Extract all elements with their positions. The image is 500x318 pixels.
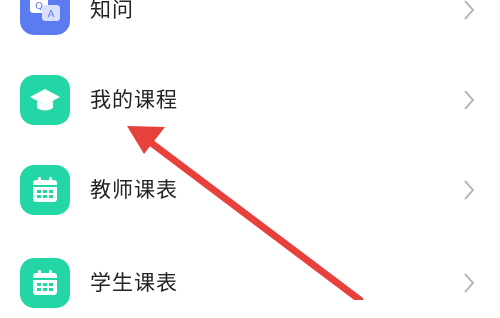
qa-icon-q-letter: Q	[35, 1, 43, 12]
menu-item-label: 学生课表	[90, 271, 178, 295]
menu-item-label: 我的课程	[90, 88, 178, 112]
menu-item-label: 知问	[90, 0, 134, 22]
qa-icon-a-letter: A	[48, 9, 55, 20]
settings-menu-list: Q A 知问 我的课程 教师课表 学生课表	[0, 0, 500, 308]
menu-item-my-courses[interactable]: 我的课程	[0, 65, 500, 135]
qa-icon: Q A	[20, 0, 70, 35]
menu-item-student-schedule[interactable]: 学生课表	[0, 248, 500, 318]
calendar-icon	[20, 165, 70, 215]
chevron-right-icon	[462, 0, 476, 21]
menu-item-teacher-schedule[interactable]: 教师课表	[0, 155, 500, 225]
chevron-right-icon	[462, 179, 476, 201]
menu-item-label: 教师课表	[90, 178, 178, 202]
chevron-right-icon	[462, 89, 476, 111]
graduation-cap-icon	[20, 75, 70, 125]
calendar-icon	[20, 258, 70, 308]
chevron-right-icon	[462, 272, 476, 294]
menu-item-zhiwen[interactable]: Q A 知问	[0, 0, 500, 45]
